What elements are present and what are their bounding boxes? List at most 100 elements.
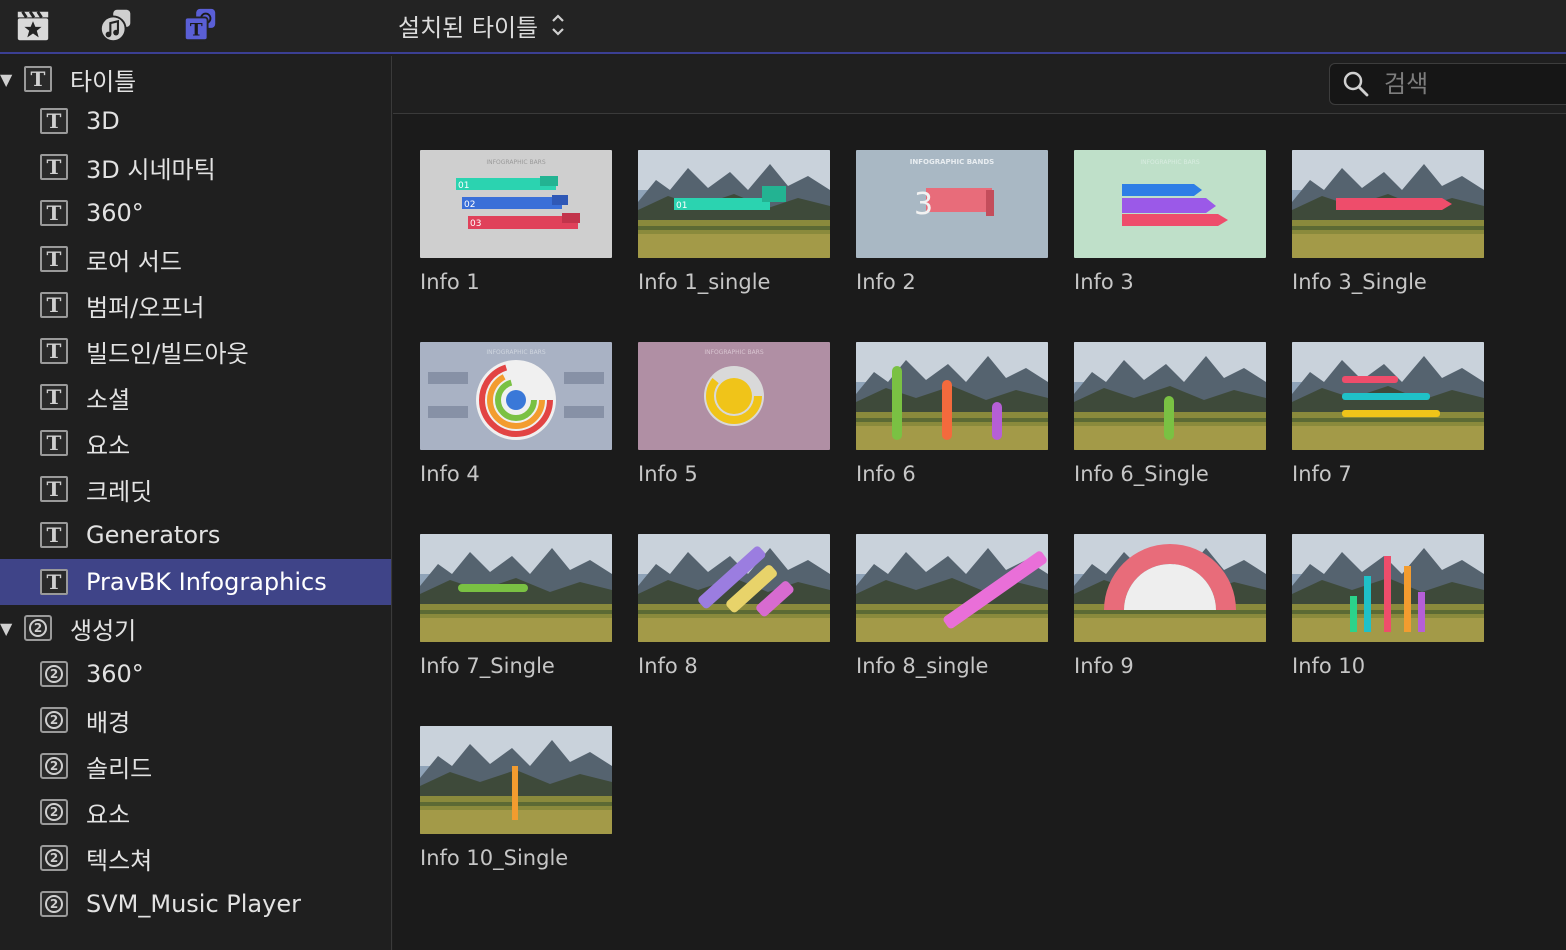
- svg-text:INFOGRAPHIC BARS: INFOGRAPHIC BARS: [486, 159, 545, 166]
- sidebar-group-label: 타이틀: [70, 67, 137, 96]
- search-input[interactable]: [1384, 70, 1564, 98]
- sidebar-item-label: PravBK Infographics: [86, 568, 327, 596]
- svg-text:03: 03: [470, 219, 481, 229]
- sidebar-item-label: SVM_Music Player: [86, 890, 301, 918]
- clip-name: Info 5: [638, 462, 698, 486]
- sidebar-item-social[interactable]: T 소셜: [0, 374, 391, 420]
- clip-thumbnail[interactable]: INFOGRAPHIC BARS 01 02 03: [420, 150, 612, 258]
- search-icon: [1343, 71, 1369, 97]
- title-t-icon: T: [40, 246, 68, 272]
- search-bar: [393, 56, 1566, 114]
- clip-name: Info 7_Single: [420, 654, 555, 678]
- sidebar-item-360[interactable]: T 360°: [0, 190, 391, 236]
- clip-name: Info 1_single: [638, 270, 771, 294]
- chevron-updown-icon: [550, 12, 566, 38]
- generator-icon: 2: [40, 707, 68, 733]
- sidebar-group-generators[interactable]: ▼ 2 생성기: [0, 605, 391, 651]
- svg-text:01: 01: [676, 201, 687, 211]
- sidebar-item-label: 범퍼/오프너: [86, 293, 205, 322]
- sidebar-item-elements[interactable]: T 요소: [0, 420, 391, 466]
- title-t-icon: T: [40, 154, 68, 180]
- clip-name: Info 3: [1074, 270, 1134, 294]
- clip-name: Info 1: [420, 270, 480, 294]
- clip-thumbnail[interactable]: [420, 726, 612, 834]
- svg-text:INFOGRAPHIC BARS: INFOGRAPHIC BARS: [486, 349, 545, 356]
- generator-icon: 2: [40, 799, 68, 825]
- titles-generators-icon[interactable]: T: [180, 5, 220, 45]
- sidebar-item-label: 3D: [86, 107, 120, 135]
- clip-name: Info 8_single: [856, 654, 989, 678]
- photos-music-icon[interactable]: [97, 5, 137, 45]
- clip-thumbnail[interactable]: 01: [638, 150, 830, 258]
- sidebar-group-label: 생성기: [70, 616, 137, 645]
- sidebar-item-bumper-opener[interactable]: T 범퍼/오프너: [0, 282, 391, 328]
- clip-thumbnail[interactable]: [638, 534, 830, 642]
- generator-icon: 2: [40, 845, 68, 871]
- sidebar-item-label: 360°: [86, 199, 144, 227]
- clip-name: Info 9: [1074, 654, 1134, 678]
- svg-text:INFOGRAPHIC BARS: INFOGRAPHIC BARS: [1140, 159, 1199, 166]
- sidebar-item-label: 요소: [86, 800, 131, 829]
- sidebar-item-label: 빌드인/빌드아웃: [86, 339, 249, 368]
- clip-thumbnail[interactable]: [1292, 342, 1484, 450]
- sidebar-item-3d[interactable]: T 3D: [0, 98, 391, 144]
- clip-thumbnail[interactable]: [1292, 150, 1484, 258]
- clip-name: Info 3_Single: [1292, 270, 1427, 294]
- clip-name: Info 10: [1292, 654, 1366, 678]
- disclosure-triangle-icon[interactable]: ▼: [0, 619, 18, 638]
- clip-name: Info 10_Single: [420, 846, 569, 870]
- sidebar-item-credits[interactable]: T 크레딧: [0, 466, 391, 512]
- clip-thumbnail[interactable]: INFOGRAPHIC BARS: [420, 342, 612, 450]
- sidebar-item-label: 텍스쳐: [86, 846, 153, 875]
- generator-icon: 2: [24, 615, 52, 641]
- sidebar-item-label: 소셜: [86, 385, 131, 414]
- search-field[interactable]: [1329, 63, 1566, 105]
- svg-text:3: 3: [914, 187, 933, 222]
- generator-icon: 2: [40, 891, 68, 917]
- generator-icon: 2: [40, 753, 68, 779]
- sidebar-item-backgrounds[interactable]: 2 배경: [0, 697, 391, 743]
- clip-name: Info 4: [420, 462, 480, 486]
- title-t-icon: T: [40, 200, 68, 226]
- sidebar-group-titles[interactable]: ▼ T 타이틀: [0, 56, 391, 102]
- clip-thumbnail[interactable]: [856, 342, 1048, 450]
- installed-titles-popup[interactable]: 설치된 타이틀: [398, 8, 566, 42]
- sidebar-item-build-in-out[interactable]: T 빌드인/빌드아웃: [0, 328, 391, 374]
- sidebar-item-gen-elements[interactable]: 2 요소: [0, 789, 391, 835]
- sidebar-item-pravbk-infographics[interactable]: T PravBK Infographics: [0, 559, 391, 605]
- clip-thumbnail[interactable]: [420, 534, 612, 642]
- popup-title: 설치된 타이틀: [398, 13, 539, 42]
- sidebar-item-label: 크레딧: [86, 477, 153, 506]
- clip-thumbnail[interactable]: [1074, 534, 1266, 642]
- disclosure-triangle-icon[interactable]: ▼: [0, 70, 18, 89]
- title-t-icon: T: [40, 338, 68, 364]
- sidebar: ▼ T 타이틀 T 3D T 3D 시네마틱 T 360° T 로어 서드 T …: [0, 56, 392, 950]
- clip-thumbnail[interactable]: INFOGRAPHIC BARS: [1074, 150, 1266, 258]
- sidebar-item-3d-cinematic[interactable]: T 3D 시네마틱: [0, 144, 391, 190]
- sidebar-item-generators[interactable]: T Generators: [0, 512, 391, 558]
- svg-text:01: 01: [458, 181, 469, 191]
- title-t-icon: T: [40, 430, 68, 456]
- sidebar-item-lower-thirds[interactable]: T 로어 서드: [0, 236, 391, 282]
- clip-name: Info 6: [856, 462, 916, 486]
- clip-thumbnail[interactable]: INFOGRAPHIC BARS: [638, 342, 830, 450]
- svg-text:INFOGRAPHIC BARS: INFOGRAPHIC BARS: [704, 349, 763, 356]
- title-t-icon: T: [40, 384, 68, 410]
- clip-thumbnail[interactable]: [1074, 342, 1266, 450]
- sidebar-item-label: 로어 서드: [86, 247, 182, 276]
- title-t-icon: T: [40, 522, 68, 548]
- sidebar-item-textures[interactable]: 2 텍스쳐: [0, 835, 391, 881]
- clip-name: Info 2: [856, 270, 916, 294]
- clip-thumbnail[interactable]: [856, 534, 1048, 642]
- toolbar: T 설치된 타이틀: [0, 0, 1566, 54]
- clip-name: Info 8: [638, 654, 698, 678]
- sidebar-item-label: 배경: [86, 708, 131, 737]
- sidebar-item-solids[interactable]: 2 솔리드: [0, 743, 391, 789]
- clip-thumbnail[interactable]: INFOGRAPHIC BANDS 3: [856, 150, 1048, 258]
- sidebar-item-gen-360[interactable]: 2 360°: [0, 651, 391, 697]
- sidebar-item-label: 요소: [86, 431, 131, 460]
- sidebar-item-svm-music-player[interactable]: 2 SVM_Music Player: [0, 881, 391, 927]
- clapper-star-icon[interactable]: [13, 5, 53, 45]
- svg-text:T: T: [190, 20, 203, 40]
- clip-thumbnail[interactable]: [1292, 534, 1484, 642]
